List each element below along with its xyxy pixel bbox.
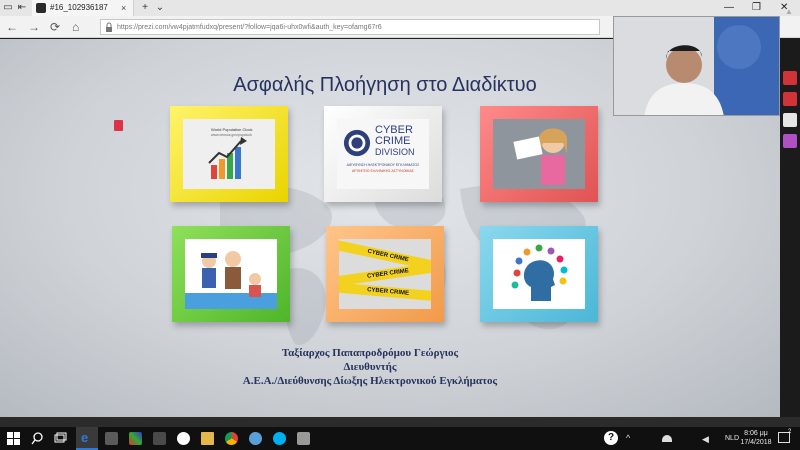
side-toolbar bbox=[780, 39, 800, 417]
browser-tab-bar: ▭ ⇤ #16_102936187 × + ⌄ — ❐ ✕ bbox=[0, 0, 800, 16]
cyber-crime-logo: CYBER CRIME DIVISION ΔΙΕΥΘΥΝΣΗ ΗΛΕΚΤΡΟΝΙ… bbox=[337, 119, 429, 189]
orange-frame[interactable]: CYBER CRIME CYBER CRIME CYBER CRIME bbox=[326, 226, 444, 322]
green-frame[interactable] bbox=[172, 226, 290, 322]
refresh-button[interactable]: ⟳ bbox=[50, 20, 60, 34]
app-icon[interactable] bbox=[153, 432, 166, 445]
slide-title: Ασφαλής Πλοήγηση στο Διαδίκτυο bbox=[233, 74, 537, 96]
forward-button[interactable]: → bbox=[28, 20, 40, 34]
minimize-button[interactable]: — bbox=[724, 1, 734, 15]
hp-icon[interactable] bbox=[177, 432, 190, 445]
clock-date[interactable]: 17/4/2018 bbox=[740, 438, 772, 447]
language-indicator[interactable]: NLD bbox=[725, 434, 739, 443]
task-view-icon[interactable] bbox=[54, 432, 67, 445]
webcam-overlay bbox=[613, 16, 780, 116]
address-bar[interactable]: https://prezi.com/vw4pjatmfudxq/present/… bbox=[100, 19, 600, 35]
new-tab-button[interactable]: + bbox=[139, 2, 151, 14]
address-url: https://prezi.com/vw4pjatmfudxq/present/… bbox=[117, 24, 382, 31]
clock-time[interactable]: 8:06 μμ bbox=[740, 429, 772, 438]
logo-text-division: DIVISION bbox=[375, 147, 415, 157]
tab-active[interactable]: #16_102936187 × bbox=[32, 0, 134, 16]
bottom-band bbox=[0, 417, 800, 427]
back-button[interactable]: ← bbox=[6, 20, 18, 34]
yellow-frame[interactable]: World Population Clock www.census.gov/po… bbox=[170, 106, 288, 202]
girl-with-card-image bbox=[493, 119, 585, 189]
crime-tape-2: CYBER CRIME bbox=[339, 261, 431, 287]
network-app-icon[interactable] bbox=[249, 432, 262, 445]
prezi-toolbar-icon[interactable] bbox=[114, 120, 123, 131]
population-clock-image: World Population Clock www.census.gov/po… bbox=[183, 119, 275, 189]
store-icon[interactable] bbox=[105, 432, 118, 445]
social-media-head-image bbox=[493, 239, 585, 309]
chart-bars-icon bbox=[208, 137, 247, 179]
logo-text-crime: CRIME bbox=[375, 135, 411, 147]
volume-tray-icon[interactable]: ◀ bbox=[702, 434, 709, 445]
network-tray-icon[interactable] bbox=[662, 435, 672, 442]
toolbar-button-purple[interactable] bbox=[783, 134, 797, 148]
toolbar-button-record[interactable] bbox=[783, 92, 797, 106]
windows-start-icon[interactable] bbox=[7, 432, 20, 445]
home-button[interactable]: ⌂ bbox=[72, 20, 79, 34]
logo-text-directorate: ΔΙΕΥΘΥΝΣΗ ΗΛΕΚΤΡΟΝΙΚΟΥ ΕΓΚΛΗΜΑΤΟΣ bbox=[346, 163, 420, 167]
cyan-frame[interactable] bbox=[480, 226, 598, 322]
edge-taskbar-active[interactable]: e bbox=[76, 427, 98, 450]
tab-back-icon[interactable]: ⇤ bbox=[16, 2, 28, 14]
show-hidden-icons[interactable]: ^ bbox=[626, 433, 630, 443]
notification-count: 2 bbox=[788, 429, 792, 435]
toolbar-button-screen[interactable] bbox=[783, 113, 797, 127]
logo-text-hq: ΑΡΧΗΓΕΙΟ ΕΛΛΗΝΙΚΗΣ ΑΣΤΥΝΟΜΙΑΣ bbox=[352, 169, 414, 173]
utility-icon[interactable] bbox=[297, 432, 310, 445]
edge-icon: e bbox=[81, 430, 89, 445]
crime-tape-image: CYBER CRIME CYBER CRIME CYBER CRIME bbox=[339, 239, 431, 309]
girl-photo-icon bbox=[493, 119, 585, 189]
skype-icon[interactable] bbox=[273, 432, 286, 445]
scroll-up-icon[interactable]: ▲ bbox=[785, 7, 793, 16]
tabs-aside-icon[interactable]: ▭ bbox=[2, 2, 14, 14]
lock-icon bbox=[106, 22, 112, 32]
windows-taskbar: e ? ^ ◀ NLD 8:06 μμ 17/4/2018 2 bbox=[0, 427, 800, 450]
presenter-role: Διευθυντής bbox=[343, 361, 397, 373]
toolbar-button-red[interactable] bbox=[783, 71, 797, 85]
maximize-button[interactable]: ❐ bbox=[752, 1, 761, 15]
cartoon-characters-icon bbox=[185, 251, 277, 309]
cartoon-police-image bbox=[185, 239, 277, 309]
crime-tape-3: CYBER CRIME bbox=[339, 282, 431, 302]
photos-icon[interactable] bbox=[129, 432, 142, 445]
tab-title: #16_102936187 bbox=[50, 3, 108, 12]
police-badge-icon bbox=[343, 129, 371, 157]
help-tray-icon[interactable]: ? bbox=[604, 431, 618, 445]
tab-close-button[interactable]: × bbox=[121, 2, 126, 14]
chrome-icon[interactable] bbox=[225, 432, 238, 445]
tab-list-button[interactable]: ⌄ bbox=[154, 2, 166, 14]
search-icon[interactable] bbox=[31, 432, 44, 445]
white-frame[interactable]: CYBER CRIME DIVISION ΔΙΕΥΘΥΝΣΗ ΗΛΕΚΤΡΟΝΙ… bbox=[324, 106, 442, 202]
prezi-favicon-icon bbox=[36, 3, 46, 13]
file-explorer-icon[interactable] bbox=[201, 432, 214, 445]
head-with-app-icons-icon bbox=[511, 244, 568, 301]
presenter-organization: Α.Ε.Α./Διεύθυνσης Δίωξης Ηλεκτρονικού Εγ… bbox=[242, 375, 498, 387]
red-frame[interactable] bbox=[480, 106, 598, 202]
presenter-name: Ταξίαρχος Παπαπροδρόμου Γεώργιος bbox=[281, 347, 459, 359]
presenter-video-icon bbox=[614, 17, 779, 115]
